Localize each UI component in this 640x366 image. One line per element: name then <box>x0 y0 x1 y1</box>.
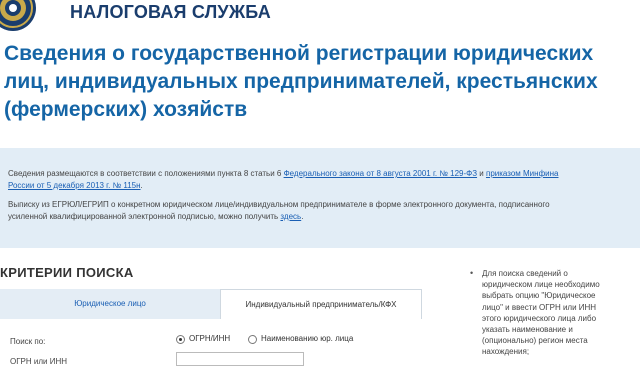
search-by-label: Поиск по: <box>10 337 46 346</box>
federal-law-link[interactable]: Федерального закона от 8 августа 2001 г.… <box>284 169 477 178</box>
ogrn-inn-input[interactable] <box>176 352 304 366</box>
tab-individual-entrepreneur[interactable]: Индивидуальный предприниматель/КФХ <box>220 289 422 319</box>
search-criteria-title: КРИТЕРИИ ПОИСКА <box>0 265 134 280</box>
info-paragraph-legal-basis: Сведения размещаются в соответствии с по… <box>8 168 568 192</box>
info-paragraph-extract: Выписку из ЕГРЮЛ/ЕГРИП о конкретном юрид… <box>8 199 568 223</box>
emblem-logo-icon[interactable] <box>0 0 40 32</box>
bullet-icon: • <box>470 268 474 278</box>
page-title: Сведения о государственной регистрации ю… <box>4 42 598 121</box>
extract-text: Выписку из ЕГРЮЛ/ЕГРИП о конкретном юрид… <box>8 200 550 221</box>
extract-here-link[interactable]: здесь <box>280 212 301 221</box>
radio-unchecked-icon[interactable] <box>248 335 257 344</box>
site-header: НАЛОГОВАЯ СЛУЖБА <box>0 0 640 36</box>
ogrn-inn-label: ОГРН или ИНН <box>10 357 68 366</box>
extract-text-period: . <box>301 212 304 221</box>
info-text-prefix: Сведения размещаются в соответствии с по… <box>8 169 284 178</box>
info-text-period: . <box>140 181 143 190</box>
radio-ogrn-inn-label: ОГРН/ИНН <box>189 334 231 343</box>
help-text: Для поиска сведений о юридическом лице н… <box>482 269 600 357</box>
site-brand[interactable]: НАЛОГОВАЯ СЛУЖБА <box>70 2 271 23</box>
radio-entity-name-label: Наименованию юр. лица <box>261 334 354 343</box>
tab-legal-entity[interactable]: Юридическое лицо <box>0 289 220 319</box>
search-form: Поиск по: ОГРН/ИНН Наименованию юр. лица… <box>0 319 422 366</box>
info-box: Сведения размещаются в соответствии с по… <box>0 148 640 248</box>
radio-checked-icon[interactable] <box>176 335 185 344</box>
info-text-conjunction: и <box>477 169 486 178</box>
entity-type-tabs: Юридическое лицо Индивидуальный предприн… <box>0 289 422 319</box>
